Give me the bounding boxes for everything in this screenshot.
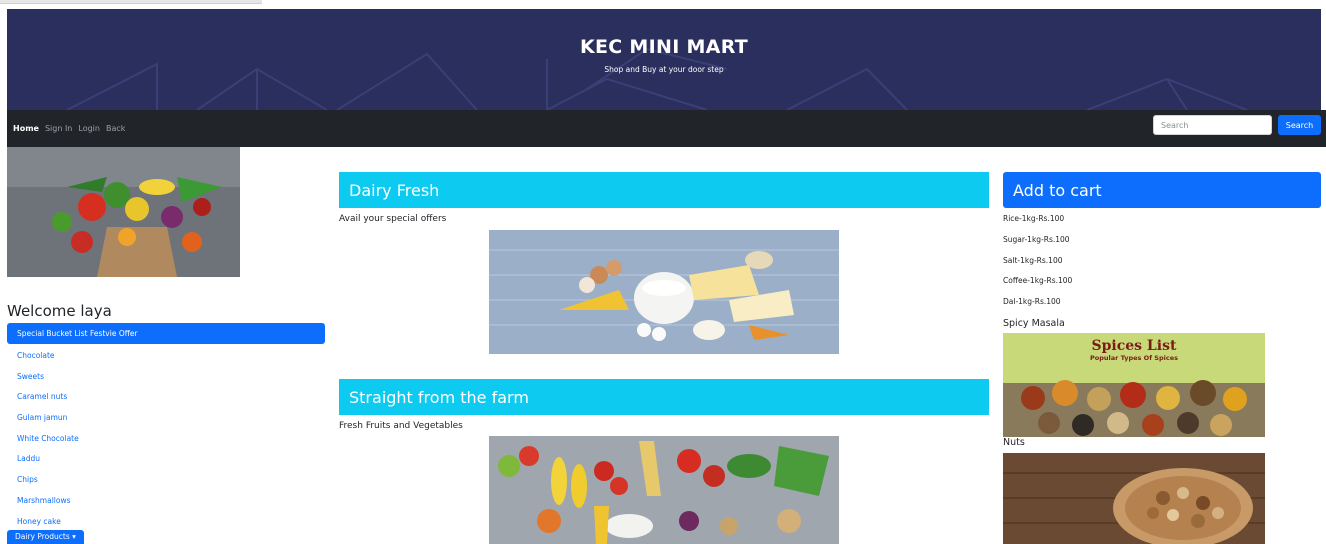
nav-signin-link[interactable]: Sign In bbox=[45, 124, 72, 133]
search-button[interactable]: Search bbox=[1278, 115, 1321, 135]
section-farm-subtitle: Fresh Fruits and Vegetables bbox=[339, 421, 463, 431]
search-input[interactable] bbox=[1153, 115, 1272, 135]
product-list: Special Bucket List Festvie Offer Chocol… bbox=[7, 323, 325, 530]
dairy-products-dropdown[interactable]: Dairy Products ▾ bbox=[7, 530, 84, 544]
browser-tab-strip bbox=[0, 0, 262, 4]
cart-item: Salt-1kg-Rs.100 bbox=[1003, 255, 1063, 265]
cart-item: Dal-1kg-Rs.100 bbox=[1003, 297, 1061, 307]
spices-title-text: Spices List bbox=[1092, 338, 1177, 354]
nav-links: Home Sign In Login Back bbox=[13, 124, 125, 133]
spices-subtitle-text: Popular Types Of Spices bbox=[1090, 354, 1178, 362]
nav-home-link[interactable]: Home bbox=[13, 124, 39, 133]
section-farm-header: Straight from the farm bbox=[339, 379, 989, 415]
cart-item: Sugar-1kg-Rs.100 bbox=[1003, 234, 1070, 244]
list-item[interactable]: Caramel nuts bbox=[7, 385, 325, 406]
nav-login-link[interactable]: Login bbox=[78, 124, 100, 133]
section-dairy-fresh-subtitle: Avail your special offers bbox=[339, 214, 447, 224]
list-item-special-offer[interactable]: Special Bucket List Festvie Offer bbox=[7, 323, 325, 344]
grocery-bag-image bbox=[7, 147, 240, 277]
spices-image: Spices List Popular Types Of Spices bbox=[1003, 333, 1265, 437]
section-dairy-fresh-header: Dairy Fresh bbox=[339, 172, 989, 208]
cart-list: Rice-1kg-Rs.100 Sugar-1kg-Rs.100 Salt-1k… bbox=[1003, 214, 1072, 318]
navbar: Home Sign In Login Back Search bbox=[7, 110, 1326, 147]
site-subtitle: Shop and Buy at your door step bbox=[604, 65, 724, 74]
list-item[interactable]: Laddu bbox=[7, 447, 325, 468]
add-to-cart-header: Add to cart bbox=[1003, 172, 1321, 208]
list-item[interactable]: Chips bbox=[7, 468, 325, 489]
welcome-heading: Welcome laya bbox=[7, 302, 112, 320]
fruits-vegetables-image bbox=[489, 436, 839, 544]
dairy-products-image bbox=[489, 230, 839, 354]
list-item[interactable]: White Chocolate bbox=[7, 427, 325, 448]
nuts-image bbox=[1003, 453, 1265, 544]
list-item[interactable]: Honey cake bbox=[7, 510, 325, 531]
spicy-masala-label: Spicy Masala bbox=[1003, 318, 1065, 329]
list-item[interactable]: Chocolate bbox=[7, 344, 325, 365]
caret-down-icon: ▾ bbox=[72, 532, 76, 541]
cart-item: Coffee-1kg-Rs.100 bbox=[1003, 276, 1073, 286]
nuts-label: Nuts bbox=[1003, 437, 1025, 448]
site-title: KEC MINI MART bbox=[579, 36, 749, 58]
list-item[interactable]: Gulam jamun bbox=[7, 406, 325, 427]
dropdown-label: Dairy Products bbox=[15, 532, 70, 541]
nav-back-link[interactable]: Back bbox=[106, 124, 125, 133]
cart-item: Rice-1kg-Rs.100 bbox=[1003, 214, 1065, 223]
hero-pattern bbox=[66, 47, 1248, 110]
list-item[interactable]: Sweets bbox=[7, 365, 325, 386]
hero-banner: KEC MINI MART Shop and Buy at your door … bbox=[7, 9, 1321, 110]
list-item[interactable]: Marshmallows bbox=[7, 489, 325, 510]
